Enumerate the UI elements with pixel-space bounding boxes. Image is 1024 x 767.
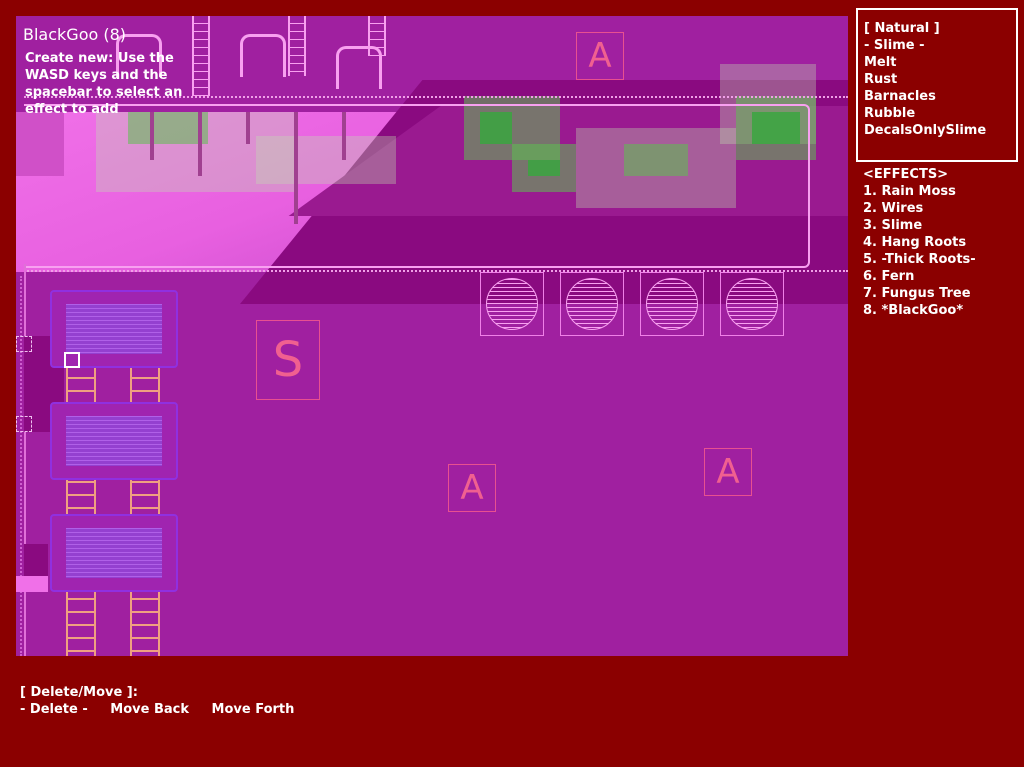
effect-item-wires[interactable]: 2. Wires: [863, 200, 976, 217]
pipe-bend: [240, 34, 286, 77]
slime-drip: [16, 112, 64, 176]
vent-grille: [66, 416, 162, 466]
category-panel: [ Natural ] - Slime - Melt Rust Barnacle…: [856, 8, 1018, 162]
slime-drip: [16, 576, 48, 592]
effect-item-rain-moss[interactable]: 1. Rain Moss: [863, 183, 976, 200]
create-hint: Create new: Use the WASD keys and the sp…: [25, 51, 183, 117]
move-back-button[interactable]: Move Back: [110, 702, 189, 717]
dotted-rail: [20, 276, 22, 656]
category-header: [ Natural ]: [864, 21, 940, 36]
effects-list: <EFFECTS> 1. Rain Moss 2. Wires 3. Slime…: [863, 166, 976, 319]
effects-header: <EFFECTS>: [863, 167, 949, 182]
delete-move-header: [ Delete/Move ]:: [20, 685, 138, 700]
marker-a-icon[interactable]: A: [448, 464, 496, 512]
vertical-pipe: [288, 16, 306, 76]
hang-root: [198, 112, 202, 176]
category-item-rust[interactable]: Rust: [864, 71, 986, 88]
fan-unit: [480, 272, 544, 336]
hang-root: [246, 112, 250, 144]
fan-icon: [646, 278, 698, 330]
delete-button[interactable]: - Delete -: [20, 702, 88, 717]
effect-item-blackgoo[interactable]: 8. *BlackGoo*: [863, 302, 976, 319]
marker-s-icon[interactable]: S: [256, 320, 320, 400]
fan-icon: [486, 278, 538, 330]
category-list: [ Natural ] - Slime - Melt Rust Barnacle…: [864, 20, 986, 139]
category-item-slime[interactable]: - Slime -: [864, 37, 986, 54]
effect-item-fungus-tree[interactable]: 7. Fungus Tree: [863, 285, 976, 302]
current-effect-title: BlackGoo (8): [23, 25, 127, 44]
category-item-decalsonlyslime[interactable]: DecalsOnlySlime: [864, 122, 986, 139]
delete-move-actions: - Delete - Move Back Move Forth: [20, 702, 312, 717]
fan-unit: [560, 272, 624, 336]
vent-panel: [50, 402, 178, 480]
fan-icon: [726, 278, 778, 330]
pipe-bend: [336, 46, 382, 89]
category-item-melt[interactable]: Melt: [864, 54, 986, 71]
marker-a-icon[interactable]: A: [576, 32, 624, 80]
bolt-icon: [16, 336, 32, 352]
bolt-icon: [16, 416, 32, 432]
fan-icon: [566, 278, 618, 330]
effect-item-fern[interactable]: 6. Fern: [863, 268, 976, 285]
pipe-frame: [24, 104, 810, 268]
marker-a-icon[interactable]: A: [704, 448, 752, 496]
effect-item-slime[interactable]: 3. Slime: [863, 217, 976, 234]
effect-item-hang-roots[interactable]: 4. Hang Roots: [863, 234, 976, 251]
fan-unit: [720, 272, 784, 336]
placement-cursor[interactable]: [64, 352, 80, 368]
hang-root: [342, 112, 346, 160]
wall-frame: [24, 264, 34, 656]
vent-panel: [50, 514, 178, 592]
level-viewport[interactable]: A S A A BlackGoo (8) Create new: Use the…: [16, 16, 848, 656]
hang-root: [150, 112, 154, 160]
vent-grille: [66, 528, 162, 578]
category-item-barnacles[interactable]: Barnacles: [864, 88, 986, 105]
hang-root: [294, 112, 298, 224]
move-forth-button[interactable]: Move Forth: [212, 702, 295, 717]
vent-grille: [66, 304, 162, 354]
category-item-rubble[interactable]: Rubble: [864, 105, 986, 122]
fan-unit: [640, 272, 704, 336]
effect-item-thick-roots[interactable]: 5. -Thick Roots-: [863, 251, 976, 268]
